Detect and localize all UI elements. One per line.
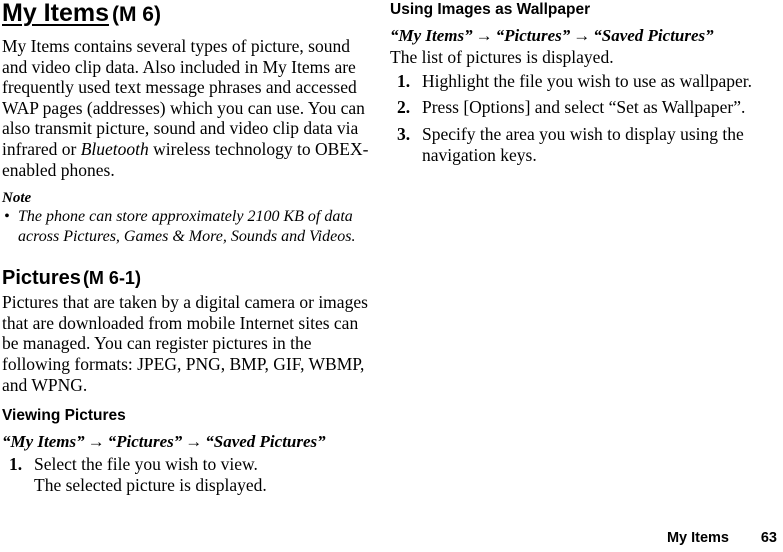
steps-list-viewing: 1. Select the file you wish to view. [2,454,374,475]
section-title-text: Pictures [2,267,81,290]
step-text: Press [Options] and select “Set as Wallp… [422,97,746,118]
step-result-text: The selected picture is displayed. [34,474,267,495]
nav-path-step-1: “My Items” [390,26,473,45]
wallpaper-intro-text: The list of pictures is displayed. [390,47,614,67]
step-text: Specify the area you wish to display usi… [422,124,744,165]
arrow-icon: → [185,432,203,452]
step-item: 2. Press [Options] and select “Set as Wal… [390,97,770,118]
note-heading: Note [2,190,32,207]
step-number: 1. [9,454,23,475]
intro-paragraph-bluetooth: Bluetooth [80,138,149,159]
step-number: 2. [397,97,411,118]
steps-list-wallpaper: 1. Highlight the file you wish to use as … [390,71,770,166]
footer-section-name: My Items [666,530,729,546]
nav-path-step-3: “Saved Pictures” [593,26,714,45]
nav-path-step-3: “Saved Pictures” [205,432,326,452]
section-title-pictures: Pictures (M 6-1) [2,267,374,289]
step-item: 1. Highlight the file you wish to use as … [390,71,770,92]
page-title: My Items (M 6) [2,0,374,28]
subsection-title-viewing-pictures: Viewing Pictures [2,407,126,425]
footer-page-number: 63 [760,530,777,546]
note-list-item: • The phone can store approximately 2100 … [2,207,374,246]
step-text: Highlight the file you wish to use as wa… [422,70,753,91]
arrow-icon: → [573,26,591,45]
manual-page: My Items (M 6) My Items contains several … [0,0,783,552]
bullet-icon: • [4,208,10,226]
step-item: 3. Specify the area you wish to display u… [390,124,770,166]
note-item-text: The phone can store approximately 2100 K… [18,208,356,245]
note-list: • The phone can store approximately 2100 … [2,207,374,246]
chapter-title-text: My Items [2,0,109,27]
intro-paragraph: My Items contains several types of pictu… [2,36,374,180]
navigation-path-viewing: “My Items” → “Pictures” → “Saved Pictures” [2,431,374,452]
right-column: Using Images as Wallpaper “My Items” → “Pi… [390,0,770,166]
section-menu-code: (M 6-1) [82,268,141,289]
step-number: 1. [397,70,411,91]
step-text: Select the file you wish to view. [34,454,258,475]
pictures-paragraph: Pictures that are taken by a digital cam… [2,292,368,395]
arrow-icon: → [475,26,493,45]
chapter-menu-code: (M 6) [111,3,161,26]
nav-path-step-2: “Pictures” [107,432,183,452]
arrow-icon: → [87,432,105,452]
left-column: My Items (M 6) My Items contains several … [2,0,374,496]
step-item: 1. Select the file you wish to view. [2,454,374,475]
page-footer: My Items 63 [0,526,783,546]
nav-path-step-2: “Pictures” [495,26,571,45]
step-number: 3. [397,124,411,145]
navigation-path-wallpaper: “My Items” → “Pictures” → “Saved Pictures” [390,25,770,46]
nav-path-step-1: “My Items” [2,432,85,452]
subsection-title-using-images-as-wallpaper: Using Images as Wallpaper [390,1,591,18]
